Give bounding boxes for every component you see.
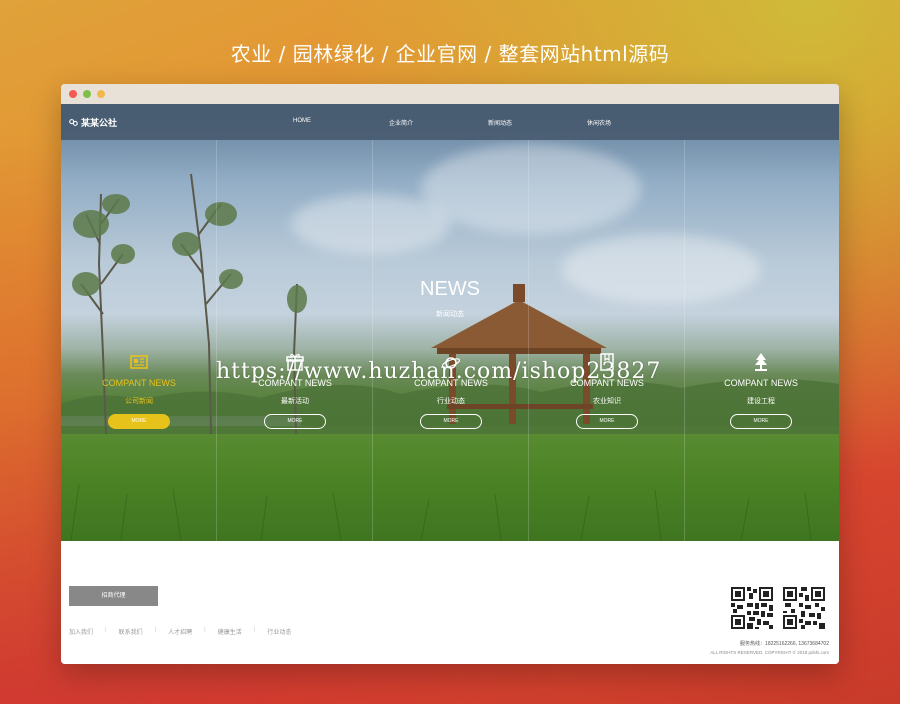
footer-link[interactable]: 行业动态	[267, 627, 291, 636]
tree-icon	[683, 350, 839, 372]
agent-recruit-button[interactable]: 招商代理	[69, 586, 158, 606]
footer-link[interactable]: 加入我们	[69, 627, 93, 636]
close-window-button[interactable]	[69, 90, 77, 98]
card-subtitle: 农业知识	[593, 398, 621, 405]
window-titlebar	[61, 84, 839, 104]
nav-item-news[interactable]: 新闻动态	[488, 118, 512, 127]
service-hotline: 服务热线：18225162266, 13673684702	[740, 641, 829, 647]
news-card-construction[interactable]: COMPANT NEWS 建设工程 MORE	[683, 350, 839, 429]
banner-title: 农业 / 园林绿化 / 企业官网 / 整套网站html源码	[230, 42, 670, 66]
more-button[interactable]: MORE	[420, 414, 482, 429]
hero-section: 某某公社 HOME 企业简介 新闻动态 休闲农场 NEWS 新闻动态 COMPA…	[61, 104, 839, 541]
card-subtitle: 最新活动	[281, 398, 309, 405]
nav-item-about[interactable]: 企业简介	[389, 118, 413, 127]
qr-code	[783, 587, 825, 629]
section-subtitle: 新闻动态	[436, 311, 464, 318]
maximize-window-button[interactable]	[97, 90, 105, 98]
more-button[interactable]: MORE	[264, 414, 326, 429]
logo-icon	[69, 119, 78, 126]
top-navbar: 某某公社 HOME 企业简介 新闻动态 休闲农场	[61, 104, 839, 140]
card-subtitle: 行业动态	[437, 398, 465, 405]
landscape-illustration	[61, 173, 839, 541]
browser-window: 某某公社 HOME 企业简介 新闻动态 休闲农场 NEWS 新闻动态 COMPA…	[61, 84, 839, 664]
news-card-company[interactable]: COMPANT NEWS 公司新闻 MORE	[61, 350, 217, 429]
footer-link[interactable]: 健康生活	[218, 627, 242, 636]
card-title: COMPANT NEWS	[724, 378, 798, 388]
logo-text: 某某公社	[81, 118, 118, 128]
page-footer: 招商代理 加入我们 | 联系我们 | 人才招聘 | 健康生活 | 行业动态 服务…	[61, 541, 839, 664]
card-subtitle: 公司新闻	[125, 398, 153, 405]
more-button[interactable]: MORE	[730, 414, 792, 429]
minimize-window-button[interactable]	[83, 90, 91, 98]
nav-item-farm[interactable]: 休闲农场	[587, 118, 611, 127]
card-title: COMPANT NEWS	[102, 378, 176, 388]
footer-links: 加入我们 | 联系我们 | 人才招聘 | 健康生活 | 行业动态	[69, 627, 292, 636]
nav-item-home[interactable]: HOME	[293, 118, 311, 124]
footer-link[interactable]: 人才招聘	[168, 627, 192, 636]
more-button[interactable]: MORE	[108, 414, 170, 429]
qr-code	[731, 587, 773, 629]
section-title: NEWS	[420, 278, 480, 300]
footer-link[interactable]: 联系我们	[119, 627, 143, 636]
watermark-text: https://www.huzhan.com/ishop23827	[216, 359, 662, 384]
site-logo[interactable]: 某某公社	[69, 116, 117, 129]
newspaper-icon	[61, 350, 217, 372]
card-subtitle: 建设工程	[747, 398, 775, 405]
more-button[interactable]: MORE	[576, 414, 638, 429]
copyright-text: ALL RIGHTS RESERVED. COPYRIGHT © 2018 pd…	[710, 650, 829, 655]
